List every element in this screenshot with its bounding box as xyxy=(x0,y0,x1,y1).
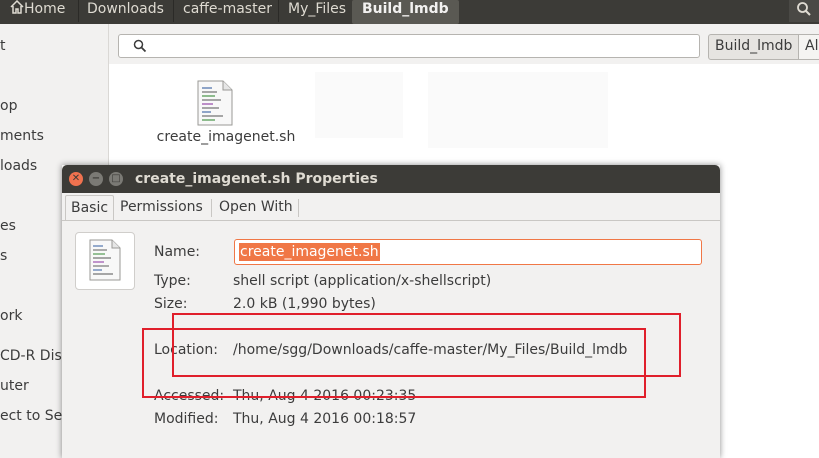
close-icon: ✕ xyxy=(71,173,81,184)
maximize-button[interactable]: □ xyxy=(109,172,123,186)
breadcrumb-caffe-master[interactable]: caffe-master xyxy=(183,0,272,24)
name-input[interactable]: create_imagenet.sh xyxy=(234,239,702,265)
dialog-title: create_imagenet.sh Properties xyxy=(135,171,378,187)
breadcrumb-home-label: Home xyxy=(24,1,66,17)
type-value: shell script (application/x-shellscript) xyxy=(233,273,492,289)
close-button[interactable]: ✕ xyxy=(69,172,83,186)
search-icon xyxy=(133,39,147,53)
location-chip-all[interactable]: Al xyxy=(799,34,819,60)
size-label: Size: xyxy=(154,296,188,312)
file-item[interactable]: create_imagenet.sh xyxy=(137,72,315,156)
modified-label: Modified: xyxy=(154,411,219,427)
tab-separator xyxy=(211,199,212,217)
sidebar-item-desktop[interactable]: op xyxy=(0,98,17,114)
annotation-box xyxy=(142,328,646,398)
separator xyxy=(173,0,174,22)
search-button[interactable] xyxy=(789,0,819,22)
tab-separator xyxy=(298,199,299,217)
maximize-icon: □ xyxy=(111,173,121,184)
file-name-label: create_imagenet.sh xyxy=(156,129,296,145)
shell-script-icon xyxy=(89,239,121,281)
path-bar: Home Downloads caffe-master My_Files Bui… xyxy=(0,0,819,24)
file-icon-preview[interactable] xyxy=(75,232,135,290)
location-chip-build-lmdb[interactable]: Build_lmdb xyxy=(708,34,800,60)
breadcrumb-build-lmdb[interactable]: Build_lmdb xyxy=(352,0,459,24)
separator xyxy=(278,0,279,22)
breadcrumb-my-files[interactable]: My_Files xyxy=(288,0,346,24)
sidebar-item-downloads[interactable]: loads xyxy=(0,158,37,174)
minimize-icon: − xyxy=(91,173,101,184)
file-tile-placeholder xyxy=(428,72,608,148)
shell-script-icon xyxy=(197,80,233,126)
size-value: 2.0 kB (1,990 bytes) xyxy=(233,296,376,312)
name-label: Name: xyxy=(154,244,201,260)
properties-dialog: ✕ − □ create_imagenet.sh Properties Basi… xyxy=(62,165,720,458)
home-icon xyxy=(10,0,24,14)
sidebar-item-videos[interactable]: s xyxy=(0,248,7,264)
tab-open-with[interactable]: Open With xyxy=(214,195,298,219)
breadcrumb-home[interactable]: Home xyxy=(10,0,65,24)
type-label: Type: xyxy=(154,273,191,289)
tab-basic[interactable]: Basic xyxy=(65,195,115,220)
name-input-value: create_imagenet.sh xyxy=(239,243,380,261)
search-icon xyxy=(797,2,811,16)
breadcrumb-downloads[interactable]: Downloads xyxy=(87,0,164,24)
sidebar-item-documents[interactable]: ments xyxy=(0,128,44,144)
sidebar-item-recent[interactable]: t xyxy=(0,38,6,54)
sidebar-item-cd-drive[interactable]: CD-R Disc xyxy=(0,348,69,364)
sidebar-item-network[interactable]: ork xyxy=(0,308,22,324)
modified-value: Thu, Aug 4 2016 00:18:57 xyxy=(233,411,417,427)
sidebar-item-computer[interactable]: uter xyxy=(0,378,29,394)
dialog-titlebar[interactable]: ✕ − □ create_imagenet.sh Properties xyxy=(62,165,720,193)
file-tile-placeholder xyxy=(315,72,403,138)
dialog-tabs: Basic Permissions Open With xyxy=(62,193,720,221)
minimize-button[interactable]: − xyxy=(89,172,103,186)
search-input[interactable] xyxy=(118,34,700,58)
tab-permissions[interactable]: Permissions xyxy=(115,195,208,219)
separator xyxy=(78,0,79,22)
sidebar-item-pictures[interactable]: es xyxy=(0,218,16,234)
